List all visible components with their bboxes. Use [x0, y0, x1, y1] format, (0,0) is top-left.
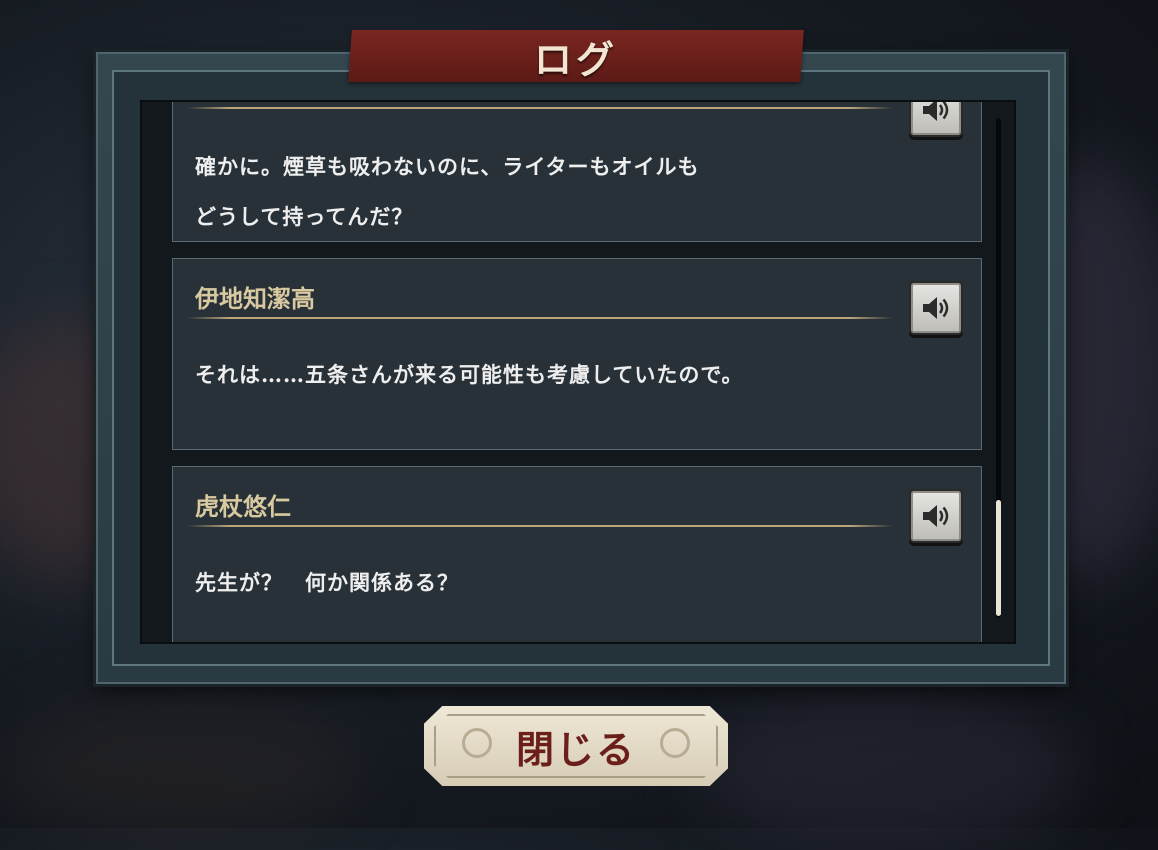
- background-blob: [700, 690, 1080, 850]
- voice-replay-button[interactable]: [909, 489, 963, 543]
- log-entry: 虎杖悠仁 先生が？ 何か関係ある？: [172, 466, 982, 642]
- speaker-icon: [923, 505, 949, 527]
- speaker-name: 虎杖悠仁: [195, 492, 291, 521]
- ornament-icon: [660, 728, 690, 758]
- log-entry: 確かに。煙草も吸わないのに、ライターもオイルも どうして持ってんだ？: [172, 102, 982, 242]
- voice-replay-button[interactable]: [909, 281, 963, 335]
- voice-replay-button[interactable]: [909, 102, 963, 137]
- log-entry: 伊地知潔高 それは……五条さんが来る可能性も考慮していたので。: [172, 258, 982, 450]
- speaker-name: 伊地知潔高: [195, 284, 315, 313]
- log-list[interactable]: 確かに。煙草も吸わないのに、ライターもオイルも どうして持ってんだ？ 伊地知潔高…: [140, 100, 1016, 644]
- ornament-icon: [462, 728, 492, 758]
- speaker-divider: [187, 107, 893, 109]
- speaker-icon: [923, 102, 949, 121]
- background-blob: [0, 700, 360, 840]
- dialogue-line: 確かに。煙草も吸わないのに、ライターもオイルも: [195, 154, 700, 179]
- speaker-divider: [187, 317, 893, 319]
- dialogue-line: 先生が？ 何か関係ある？: [195, 570, 459, 595]
- scrollbar-thumb[interactable]: [996, 500, 1001, 616]
- window-title: ログ: [533, 36, 618, 82]
- dialogue-line: どうして持ってんだ？: [195, 204, 414, 229]
- dialogue-line: それは……五条さんが来る可能性も考慮していたので。: [195, 362, 744, 387]
- speaker-icon: [923, 297, 949, 319]
- speaker-divider: [187, 525, 893, 527]
